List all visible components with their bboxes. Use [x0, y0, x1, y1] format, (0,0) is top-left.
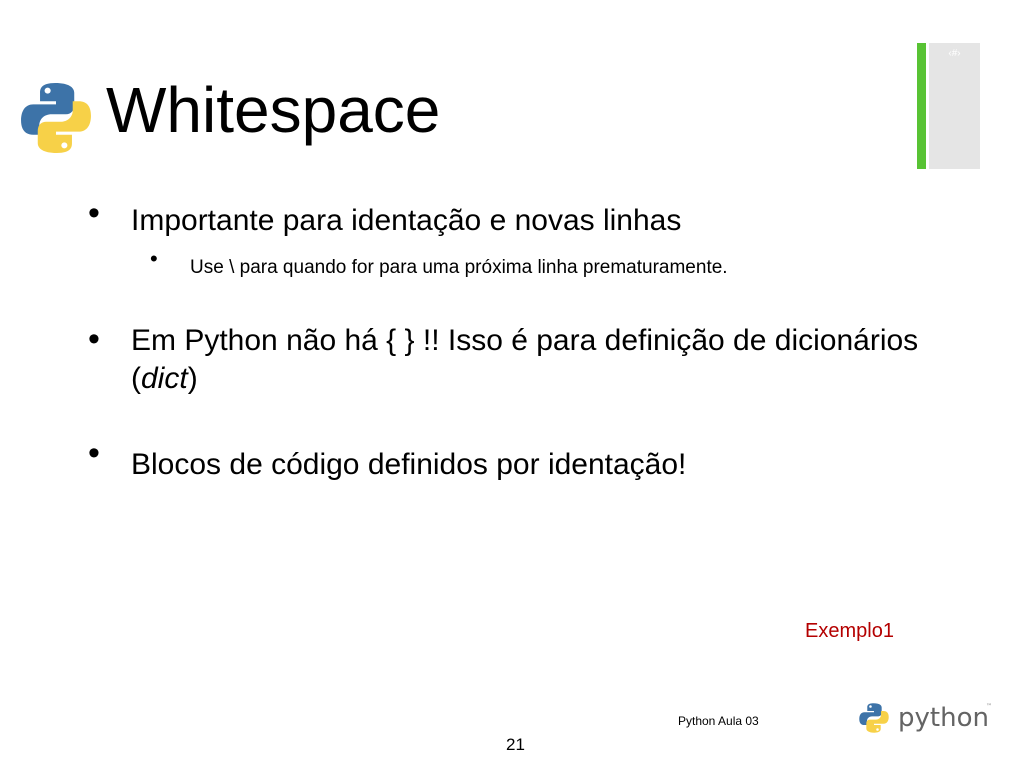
sub-bullet-marker: •	[150, 246, 158, 271]
bullet-2-text-italic: dict	[141, 362, 188, 395]
python-brand-logo-icon: python ™	[859, 703, 992, 733]
example-link[interactable]: Exemplo1	[805, 618, 894, 644]
footer-text: Python Aula 03	[678, 714, 759, 728]
slide-number-placeholder: ‹#›	[948, 48, 961, 59]
python-logo-icon	[21, 83, 91, 153]
slide-title: Whitespace	[106, 74, 441, 146]
bullet-marker: •	[88, 194, 100, 232]
header-panel	[929, 43, 980, 169]
bullet-2-text: Em Python não há { } !! Isso é para defi…	[131, 322, 921, 398]
bullet-1-sub-text: Use \ para quando for para uma próxima l…	[190, 257, 728, 278]
bullet-marker: •	[88, 434, 100, 472]
python-wordmark: python	[898, 703, 989, 733]
header-accent-bar	[917, 43, 926, 169]
trademark-mark: ™	[986, 703, 992, 710]
bullet-1-text: Importante para identação e novas linhas	[131, 204, 682, 237]
bullet-marker: •	[88, 320, 100, 358]
bullet-2-text-main: Em Python não há { } !! Isso é para defi…	[131, 324, 919, 395]
page-number: 21	[506, 735, 525, 754]
bullet-3-text: Blocos de código definidos por identação…	[131, 448, 687, 481]
bullet-2-text-end: )	[187, 362, 198, 395]
